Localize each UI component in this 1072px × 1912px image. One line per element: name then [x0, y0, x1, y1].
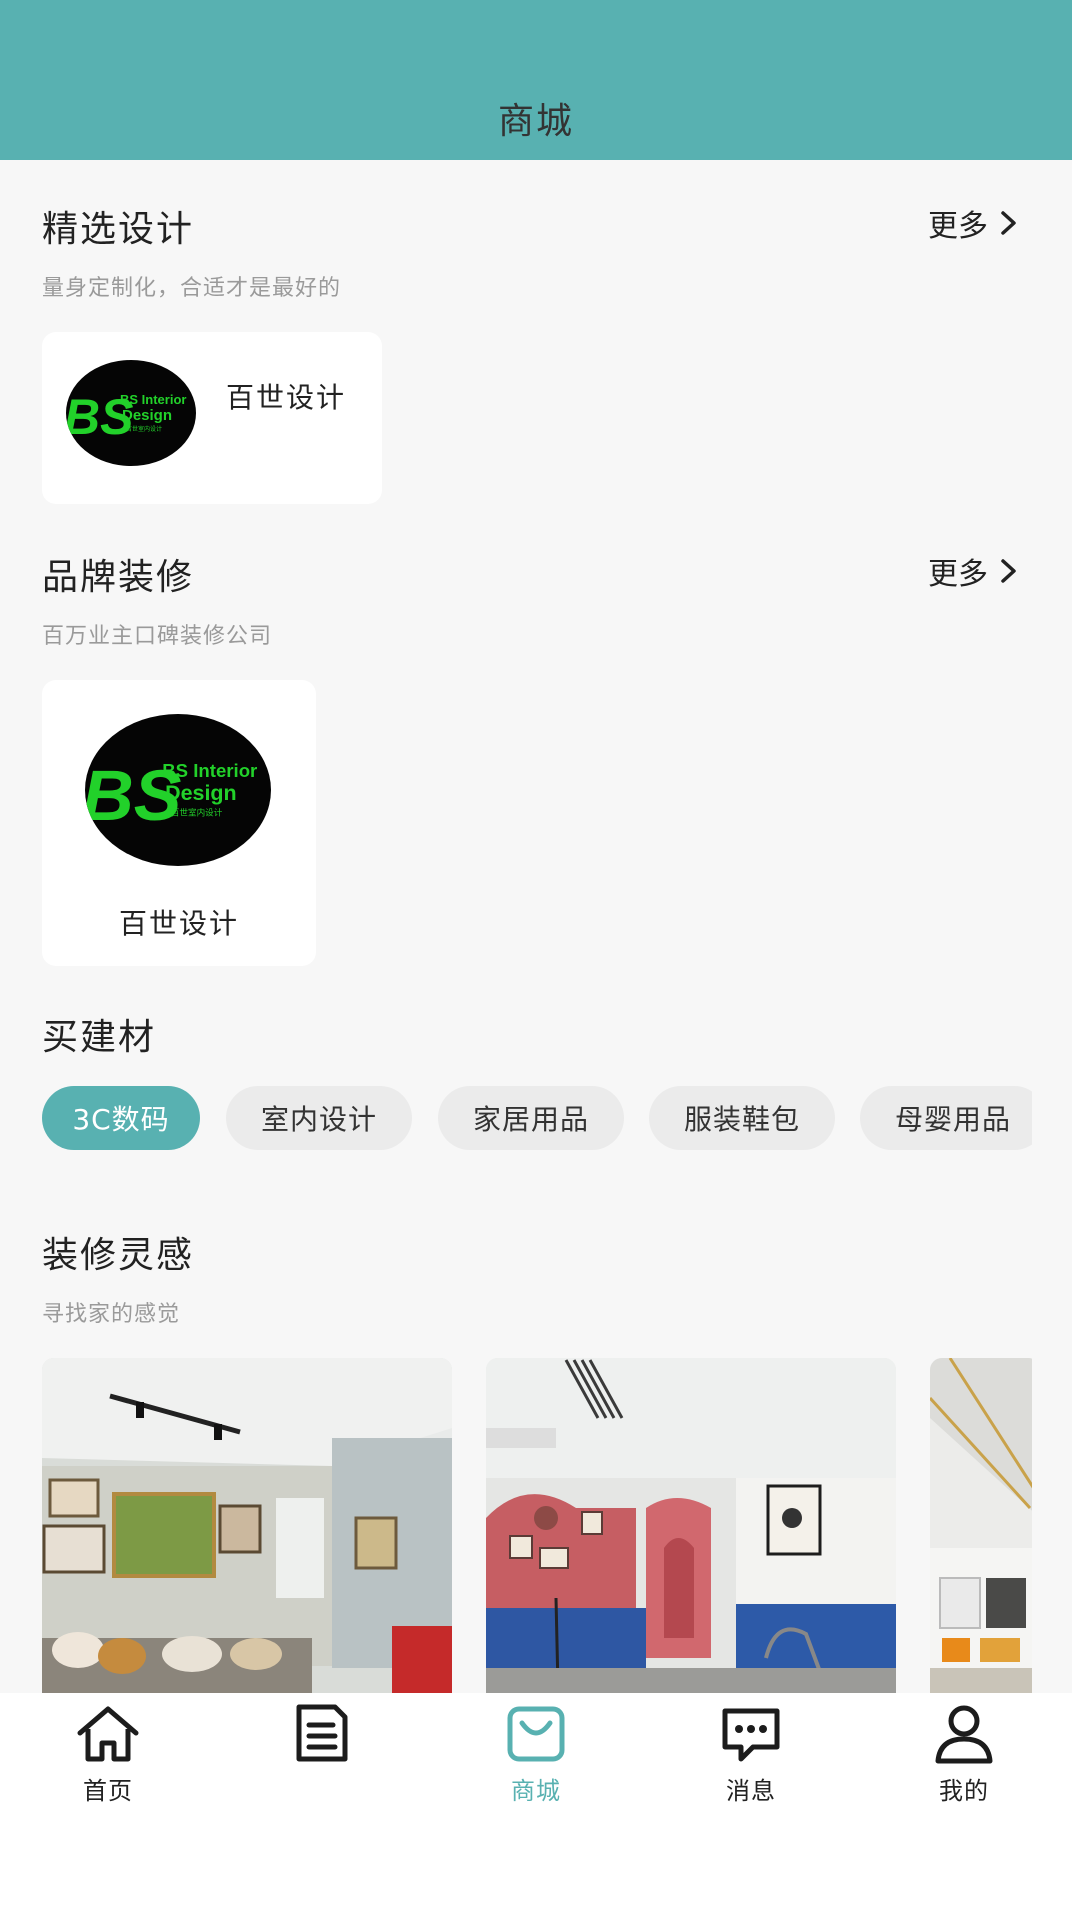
inspiration-photo-bright-room[interactable]: [930, 1358, 1032, 1693]
tab-home-label: 首页: [83, 1777, 133, 1805]
logo-line-3: 百世室内设计: [171, 807, 223, 819]
tab-messages-label: 消息: [726, 1777, 776, 1805]
tab-home[interactable]: 首页: [38, 1703, 178, 1806]
tab-shop-label: 商城: [511, 1777, 561, 1805]
featured-designer-card[interactable]: BS BS Interior Design 百世室内设计 百世设计: [42, 332, 382, 504]
inspiration-section-title: 装修灵感: [42, 1235, 195, 1276]
featured-more-link[interactable]: 更多: [928, 201, 1020, 245]
chip-home-goods[interactable]: 家居用品: [438, 1086, 624, 1150]
category-chips: 3C数码 室内设计 家居用品 服装鞋包 母婴用品: [42, 1086, 1032, 1152]
logo-graphic: BS BS Interior Design 百世室内设计: [66, 389, 186, 445]
document-icon: [296, 1704, 348, 1762]
inspiration-photo-living-room[interactable]: [42, 1358, 452, 1693]
brand-more-link[interactable]: 更多: [928, 549, 1020, 593]
chip-baby-goods[interactable]: 母婴用品: [860, 1086, 1032, 1150]
logo-graphic: BS BS Interior Design 百世室内设计: [85, 756, 257, 836]
user-icon: [935, 1705, 993, 1764]
chip-3c-digital[interactable]: 3C数码: [42, 1086, 200, 1150]
page-title: 商城: [497, 101, 574, 142]
tab-profile[interactable]: 我的: [894, 1703, 1034, 1806]
tab-documents[interactable]: [251, 1703, 391, 1765]
home-icon: [77, 1706, 139, 1762]
featured-section-subtitle: 量身定制化，合适才是最好的: [42, 276, 342, 301]
inspiration-photo-arched-hallway[interactable]: [486, 1358, 896, 1693]
chevron-right-icon: [1001, 211, 1016, 235]
shopping-bag-icon: [507, 1706, 565, 1762]
chat-icon: [722, 1708, 780, 1762]
inspiration-section-subtitle: 寻找家的感觉: [42, 1302, 181, 1327]
logo-line-3: 百世室内设计: [126, 425, 162, 433]
logo-line-1: BS Interior: [120, 392, 186, 407]
materials-section-title: 买建材: [42, 1017, 157, 1058]
designer-logo: BS BS Interior Design 百世室内设计: [66, 360, 196, 466]
featured-designer-name: 百世设计: [226, 381, 347, 414]
brand-more-label: 更多: [928, 557, 988, 592]
brand-section-title: 品牌装修: [42, 557, 195, 598]
logo-line-2: Design: [165, 781, 237, 805]
bottom-tab-bar: 首页 商城 消息 我的: [0, 1693, 1072, 1912]
logo-line-1: BS Interior: [162, 760, 257, 781]
brand-company-name: 百世设计: [118, 907, 239, 940]
chevron-right-icon: [1001, 559, 1016, 583]
company-logo: BS BS Interior Design 百世室内设计: [85, 714, 271, 866]
tab-profile-label: 我的: [939, 1777, 989, 1805]
tab-messages[interactable]: 消息: [681, 1703, 821, 1806]
logo-line-2: Design: [122, 407, 172, 424]
brand-section-subtitle: 百万业主口碑装修公司: [42, 624, 273, 649]
featured-more-label: 更多: [928, 209, 988, 244]
tab-shop[interactable]: 商城: [466, 1703, 606, 1806]
chip-interior-design[interactable]: 室内设计: [226, 1086, 412, 1150]
brand-company-card[interactable]: BS BS Interior Design 百世室内设计 百世设计: [42, 680, 316, 966]
top-header: 商城: [0, 0, 1072, 160]
featured-section-title: 精选设计: [42, 209, 195, 250]
chip-apparel-bags[interactable]: 服装鞋包: [649, 1086, 835, 1150]
inspiration-gallery: [42, 1358, 1032, 1693]
